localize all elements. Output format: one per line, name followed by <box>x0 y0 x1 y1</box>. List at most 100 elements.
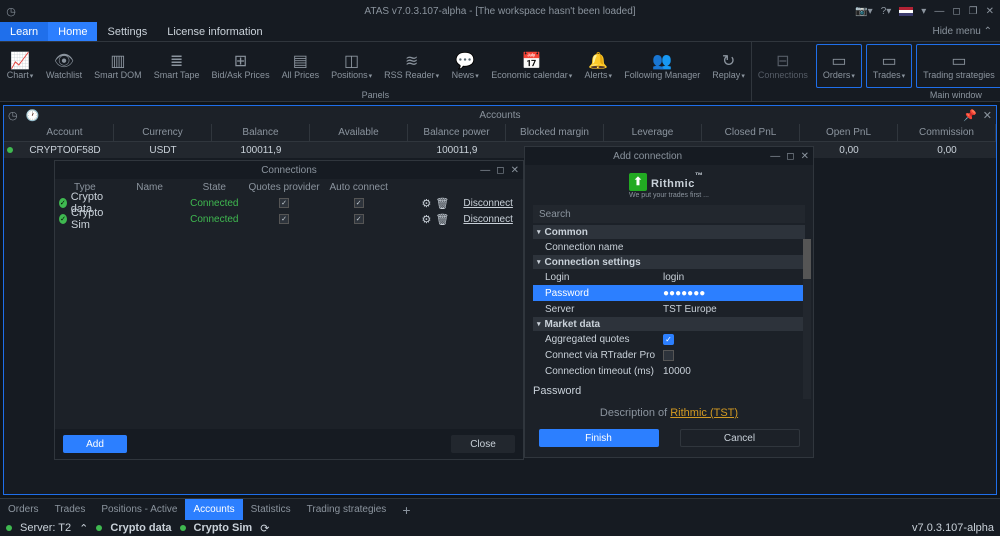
status-refresh-icon[interactable]: ⟳ <box>260 522 269 535</box>
flag-caret[interactable]: ▾ <box>921 6 926 17</box>
rtrader-checkbox[interactable] <box>663 350 674 361</box>
panel-close-icon[interactable]: ✕ <box>983 109 992 122</box>
prop-connname[interactable]: Connection name <box>533 239 805 255</box>
dlg-min-icon[interactable]: — <box>770 151 780 162</box>
minimize-icon[interactable]: — <box>934 6 944 17</box>
search-input[interactable]: Search <box>533 205 805 223</box>
cth-name[interactable]: Name <box>115 179 185 195</box>
section-connsettings[interactable]: Connection settings <box>533 255 805 269</box>
ac-checkbox[interactable]: ✓ <box>354 214 364 224</box>
addconn-title: Add connection <box>525 151 770 162</box>
prop-server[interactable]: ServerTST Europe <box>533 301 805 317</box>
restore-icon[interactable]: ❐ <box>969 6 978 17</box>
status-caret[interactable]: ⌃ <box>79 522 88 535</box>
ribbon-fmgr[interactable]: 👥Following Manager <box>618 42 706 90</box>
scrollbar[interactable] <box>803 239 811 399</box>
help-icon[interactable]: ?▾ <box>881 6 892 17</box>
menu-home[interactable]: Home <box>48 22 97 41</box>
th-balance[interactable]: Balance <box>212 124 310 141</box>
ribbon-trades[interactable]: ▭Trades <box>866 44 912 88</box>
menu-learn[interactable]: Learn <box>0 22 48 41</box>
flag-icon[interactable] <box>899 7 913 16</box>
cth-state[interactable]: State <box>184 179 244 195</box>
trash-icon[interactable]: 🗑 <box>435 213 449 226</box>
close-button[interactable]: Close <box>451 435 515 453</box>
finish-button[interactable]: Finish <box>539 429 659 447</box>
gear-icon[interactable]: ⚙ <box>421 197 431 210</box>
dlg-max-icon[interactable]: ◻ <box>786 151 794 162</box>
prop-rtrader[interactable]: Connect via RTrader Pro <box>533 347 805 363</box>
tab-positions[interactable]: Positions - Active <box>93 499 185 520</box>
menu-license[interactable]: License information <box>157 22 272 41</box>
ribbon-smartdom[interactable]: ▥Smart DOM <box>88 42 148 90</box>
ribbon-rss[interactable]: ≋RSS Reader <box>378 42 445 90</box>
ribbon-news[interactable]: 💬News <box>445 42 485 90</box>
add-button[interactable]: Add <box>63 435 127 453</box>
ribbon-mainwin-label: Main window <box>752 90 1000 101</box>
status-conn2: Crypto Sim <box>194 522 253 534</box>
ribbon-smarttape[interactable]: ≣Smart Tape <box>148 42 206 90</box>
ribbon-chart[interactable]: 📈Chart <box>0 42 40 90</box>
tab-add[interactable]: + <box>394 499 418 520</box>
ac-checkbox[interactable]: ✓ <box>354 198 364 208</box>
prop-login[interactable]: Loginlogin <box>533 269 805 285</box>
ribbon-connections[interactable]: ⊟Connections <box>752 42 814 90</box>
th-available[interactable]: Available <box>310 124 408 141</box>
ribbon-replay[interactable]: ↻Replay <box>706 42 751 90</box>
th-currency[interactable]: Currency <box>114 124 212 141</box>
prop-timeout[interactable]: Connection timeout (ms)10000 <box>533 363 805 379</box>
th-balpower[interactable]: Balance power <box>408 124 506 141</box>
ribbon-positions[interactable]: ◫Positions <box>325 42 378 90</box>
panel-clock-icon[interactable]: 🕐 <box>22 109 44 122</box>
agg-checkbox[interactable]: ✓ <box>663 334 674 345</box>
disconnect-link[interactable]: Disconnect <box>453 214 523 225</box>
cth-ac[interactable]: Auto connect <box>324 179 394 195</box>
status-version: v7.0.3.107-alpha <box>912 522 994 534</box>
ribbon: 📈Chart 👁Watchlist ▥Smart DOM ≣Smart Tape… <box>0 42 1000 102</box>
section-market[interactable]: Market data <box>533 317 805 331</box>
camera-icon[interactable]: 📷▾ <box>855 6 872 17</box>
menu-settings[interactable]: Settings <box>97 22 157 41</box>
th-blocked[interactable]: Blocked margin <box>506 124 604 141</box>
gear-icon[interactable]: ⚙ <box>421 213 431 226</box>
tab-tstrat[interactable]: Trading strategies <box>299 499 395 520</box>
cth-qp[interactable]: Quotes provider <box>244 179 324 195</box>
cancel-button[interactable]: Cancel <box>680 429 800 447</box>
dlg-close-icon[interactable]: ✕ <box>801 151 809 162</box>
rithmic-link[interactable]: Rithmic (TST) <box>670 407 738 419</box>
tab-statistics[interactable]: Statistics <box>243 499 299 520</box>
prop-aggregated[interactable]: Aggregated quotes✓ <box>533 331 805 347</box>
td-balpower: 100011,9 <box>408 142 506 158</box>
tab-accounts[interactable]: Accounts <box>185 499 242 520</box>
th-commission[interactable]: Commission <box>898 124 996 141</box>
tab-orders[interactable]: Orders <box>0 499 47 520</box>
th-closedpnl[interactable]: Closed PnL <box>702 124 800 141</box>
th-account[interactable]: Account <box>16 124 114 141</box>
hide-menu[interactable]: Hide menu ⌃ <box>932 26 1000 37</box>
ribbon-bidask[interactable]: ⊞Bid/Ask Prices <box>206 42 276 90</box>
conn-row[interactable]: ✓Crypto data Connected ✓ ✓ ⚙🗑 Disconnect <box>55 195 523 211</box>
disconnect-link[interactable]: Disconnect <box>453 198 523 209</box>
maximize-icon[interactable]: ◻ <box>952 6 960 17</box>
close-icon[interactable]: ✕ <box>986 6 994 17</box>
td-available <box>310 142 408 158</box>
tab-trades[interactable]: Trades <box>47 499 94 520</box>
ribbon-watchlist[interactable]: 👁Watchlist <box>40 42 88 90</box>
ribbon-tstrat[interactable]: ▭Trading strategies <box>916 44 1000 88</box>
th-openpnl[interactable]: Open PnL <box>800 124 898 141</box>
conn-row[interactable]: ✓Crypto Sim Connected ✓ ✓ ⚙🗑 Disconnect <box>55 211 523 227</box>
ribbon-alerts[interactable]: 🔔Alerts <box>578 42 618 90</box>
ribbon-allprices[interactable]: ▤All Prices <box>276 42 326 90</box>
panel-pin-icon[interactable]: 📌 <box>963 109 977 122</box>
titlebar: ◷ ATAS v7.0.3.107-alpha - [The workspace… <box>0 0 1000 22</box>
section-common[interactable]: Common <box>533 225 805 239</box>
ribbon-orders[interactable]: ▭Orders <box>816 44 862 88</box>
qp-checkbox[interactable]: ✓ <box>279 214 289 224</box>
trash-icon[interactable]: 🗑 <box>435 197 449 210</box>
th-leverage[interactable]: Leverage <box>604 124 702 141</box>
qp-checkbox[interactable]: ✓ <box>279 198 289 208</box>
panel-icon[interactable]: ◷ <box>4 109 22 122</box>
ribbon-ecocal[interactable]: 📅Economic calendar <box>485 42 578 90</box>
prop-password[interactable]: Password●●●●●●● <box>533 285 805 301</box>
accounts-row[interactable]: CRYPTO0F58D USDT 100011,9 100011,9 0,00 … <box>4 142 996 158</box>
